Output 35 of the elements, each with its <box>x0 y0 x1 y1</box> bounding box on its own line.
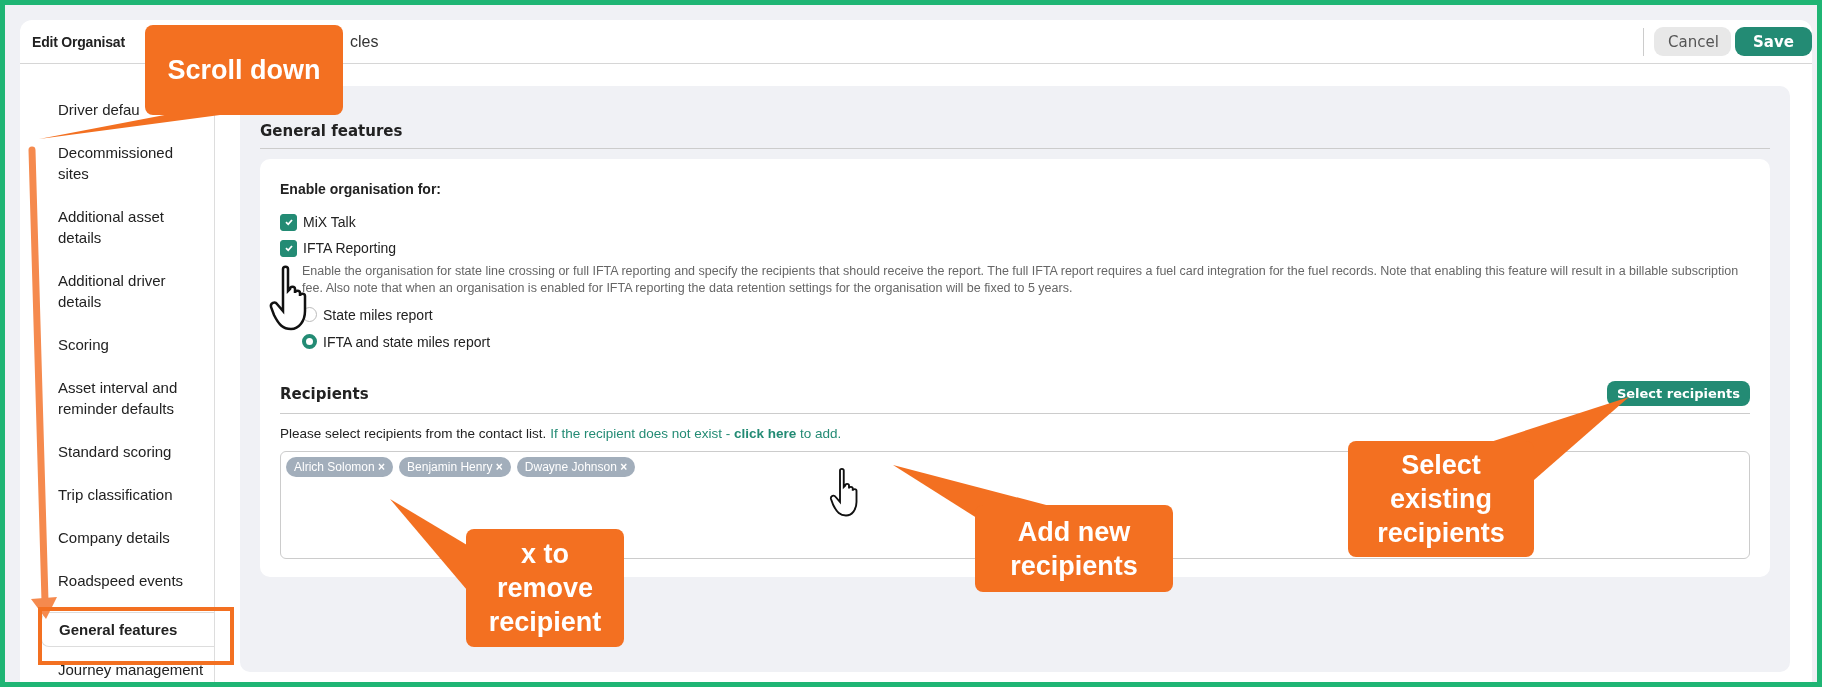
checkbox[interactable] <box>280 213 297 231</box>
sidebar-item[interactable]: Company details <box>20 516 214 559</box>
check-icon <box>283 217 294 227</box>
cancel-button[interactable]: Cancel <box>1654 27 1731 56</box>
callout: Select existing recipients <box>1348 441 1534 557</box>
check-icon <box>283 243 294 253</box>
enable-label: Enable organisation for: <box>280 181 442 197</box>
radio-label: IFTA and state miles report <box>323 333 491 350</box>
sidebar-item[interactable]: Asset interval and reminder defaults <box>20 366 214 430</box>
sidebar-item[interactable]: Standard scoring <box>20 430 214 473</box>
callout: Add new recipients <box>975 505 1173 592</box>
recipient-tag: Dwayne Johnson × <box>516 457 636 477</box>
recipient-tag: Alrich Solomon × <box>286 457 394 477</box>
save-button[interactable]: Save <box>1735 27 1812 56</box>
select-recipients-button[interactable]: Select recipients <box>1606 381 1750 406</box>
sidebar-item[interactable]: Trip classification <box>20 473 214 516</box>
add-recipient-link[interactable]: If the recipient does not exist - click here to add. <box>550 426 842 441</box>
radio-button[interactable] <box>302 334 317 349</box>
feature-description: Enable the organisation for state line crossing or full IFTA reporting and specify the recipients that should receive the report. The full IFTA report requires a fuel card integration for the fuel records. Note that enabling this feature will result in a billable subscription fee. Also note that when an organisation is enabled for IFTA reporting the data retention settings for the organisation will be fixed to 5 years. <box>301 263 1740 297</box>
checkbox-label: MiX Talk <box>303 214 356 230</box>
recipients-instructions: Please select recipients from the contact list. If the recipient does not exist - click here to add. <box>280 426 843 441</box>
sidebar-item[interactable]: Additional driver details <box>20 259 214 323</box>
checkbox-label: IFTA Reporting <box>303 240 397 256</box>
page-title: Edit Organisat <box>32 33 126 50</box>
sidebar-item[interactable]: Additional asset details <box>20 195 214 259</box>
checkbox[interactable] <box>280 239 297 257</box>
hand-cursor-icon <box>829 467 858 517</box>
tab-label[interactable]: cles <box>350 32 379 51</box>
recipient-tag: Benjamin Henry × <box>399 457 511 477</box>
sidebar-item[interactable]: Decommissioned sites <box>20 131 214 195</box>
recipients-title: Recipients <box>280 384 369 403</box>
sidebar-item[interactable]: Journey management <box>20 651 214 682</box>
radio-label: State miles report <box>323 306 433 323</box>
sidebar-item[interactable]: Scoring <box>20 323 214 366</box>
sidebar-item[interactable]: Roadspeed events <box>20 559 214 602</box>
